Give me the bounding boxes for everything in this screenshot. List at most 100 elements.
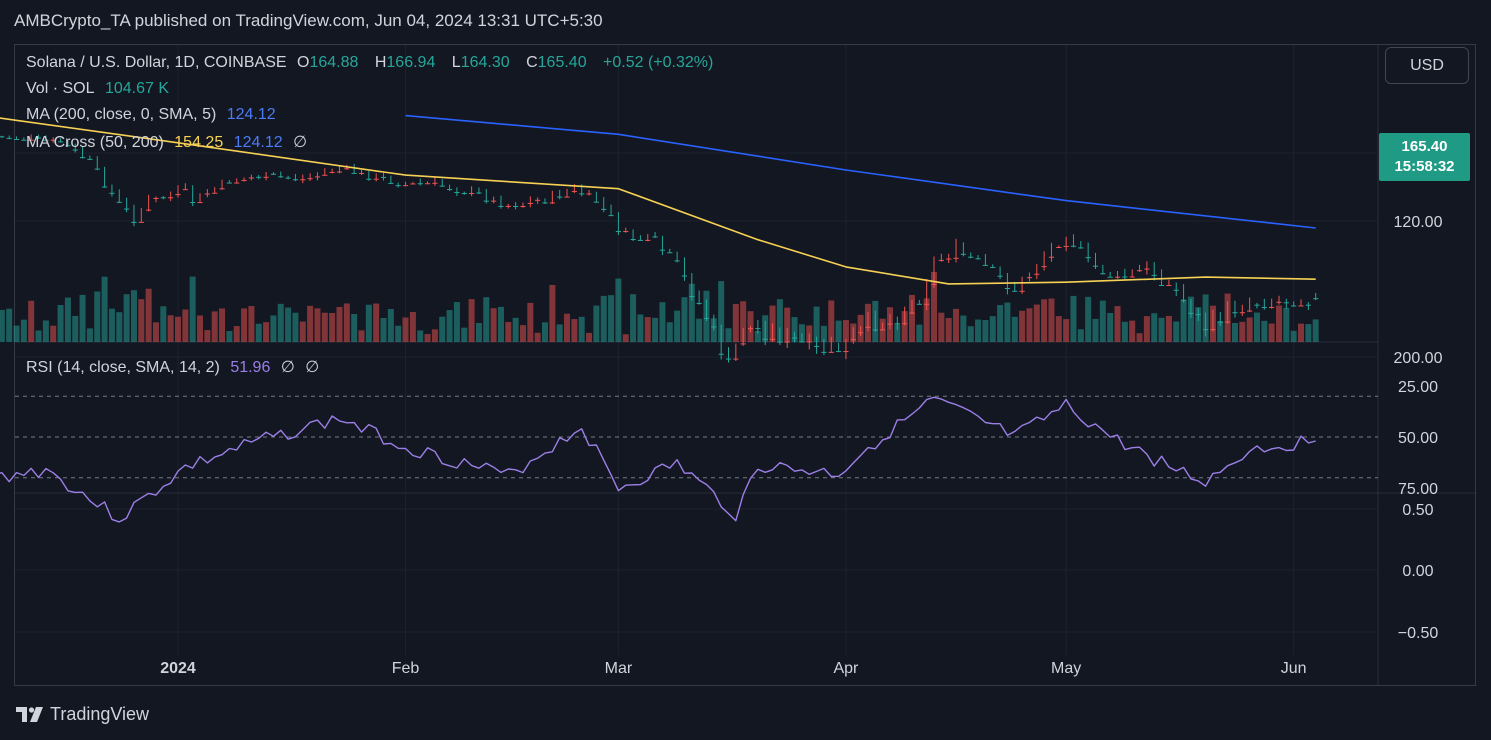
candle-body xyxy=(828,351,834,353)
candle-body xyxy=(982,264,988,266)
volume-bar xyxy=(475,323,482,342)
volume-bar xyxy=(79,294,86,342)
candle-body xyxy=(13,138,20,140)
candle-body xyxy=(975,258,981,260)
candle-body xyxy=(725,358,732,360)
volume-bar xyxy=(395,325,402,342)
candle-body xyxy=(358,172,365,174)
candle-body xyxy=(1041,266,1047,268)
candle-body xyxy=(938,259,944,261)
high-value: 166.94 xyxy=(386,54,436,71)
candle-body xyxy=(1276,301,1282,303)
open-label: O xyxy=(297,54,310,71)
symbol-label[interactable]: Solana / U.S. Dollar, 1D, COINBASE xyxy=(26,54,287,71)
volume-bar xyxy=(1261,320,1268,342)
osc-tick-label: 0.00 xyxy=(1402,563,1433,580)
volume-bar xyxy=(255,323,262,342)
volume-bar xyxy=(35,330,42,342)
candle-body xyxy=(102,186,108,188)
candle-body xyxy=(256,176,262,178)
candle-body xyxy=(1217,321,1223,323)
volume-bar xyxy=(453,302,460,342)
candle-body xyxy=(718,353,724,355)
legend-volume-row[interactable]: Vol · SOL 104.67 K xyxy=(26,80,175,98)
candle-body xyxy=(549,202,555,204)
volume-label: Vol · SOL xyxy=(26,80,95,97)
volume-bar xyxy=(916,324,923,342)
volume-bar xyxy=(64,297,71,342)
candle-body xyxy=(843,351,849,353)
candle-body xyxy=(1100,273,1106,275)
volume-bar xyxy=(1276,305,1282,342)
candle-body xyxy=(1151,274,1157,276)
volume-bar xyxy=(145,288,152,342)
candle-body xyxy=(168,197,174,199)
candle-body xyxy=(432,182,438,184)
volume-bar xyxy=(42,320,49,342)
candle-body xyxy=(146,209,152,211)
candle-body xyxy=(960,253,966,255)
volume-bar xyxy=(387,308,394,342)
candle-body xyxy=(784,341,790,343)
volume-bar xyxy=(652,317,659,342)
candle-body xyxy=(931,283,937,285)
candle-body xyxy=(1034,273,1040,275)
volume-bar xyxy=(615,278,622,342)
tradingview-logo[interactable]: TradingView xyxy=(16,704,149,725)
candle-body xyxy=(1247,310,1253,312)
volume-bar xyxy=(512,317,519,342)
volume-bar xyxy=(321,312,328,342)
volume-bar xyxy=(1033,304,1040,342)
candle-body xyxy=(1078,247,1084,249)
volume-bar xyxy=(938,312,945,342)
volume-bar xyxy=(953,308,960,342)
legend-ma-row[interactable]: MA (200, close, 0, SMA, 5) 124.12 xyxy=(26,106,282,124)
volume-bar xyxy=(1048,298,1055,342)
volume-bar xyxy=(424,334,431,342)
candle-body xyxy=(645,239,651,241)
time-label: Feb xyxy=(392,660,420,677)
candle-body xyxy=(439,185,445,187)
candle-body xyxy=(446,188,453,190)
candle-body xyxy=(124,208,130,210)
candle-body xyxy=(219,188,225,190)
volume-bar xyxy=(28,300,35,342)
legend-rsi-row[interactable]: RSI (14, close, SMA, 14, 2) 51.96 ∅ ∅ xyxy=(26,357,325,377)
candle-body xyxy=(586,193,592,195)
volume-bar xyxy=(497,306,504,342)
candle-body xyxy=(733,358,739,360)
volume-bar xyxy=(659,302,666,342)
candle-body xyxy=(270,173,277,175)
candle-body xyxy=(6,137,12,139)
candle-body xyxy=(0,136,5,138)
legend-ma-cross-row[interactable]: MA Cross (50, 200) 154.25 124.12 ∅ xyxy=(26,132,313,152)
legend-symbol-row: Solana / U.S. Dollar, 1D, COINBASE O164.… xyxy=(26,54,719,72)
volume-bar xyxy=(1004,302,1011,342)
volume-bar xyxy=(586,332,593,342)
volume-bar xyxy=(6,308,13,342)
candle-body xyxy=(1232,312,1238,314)
candle-body xyxy=(1180,299,1187,301)
candle-body xyxy=(1298,305,1304,307)
volume-bar xyxy=(226,330,233,342)
volume-bar xyxy=(1055,316,1062,342)
candle-body xyxy=(1195,314,1201,316)
candle-body xyxy=(1012,290,1018,292)
volume-bar xyxy=(835,320,842,342)
candle-body xyxy=(1283,302,1289,304)
currency-button[interactable]: USD xyxy=(1385,47,1469,84)
high-label: H xyxy=(374,54,387,71)
volume-bar xyxy=(380,318,387,342)
candle-body xyxy=(865,326,871,328)
volume-bar xyxy=(1136,333,1143,342)
volume-bar xyxy=(446,310,453,342)
volume-bar xyxy=(666,322,673,342)
candle-body xyxy=(1305,304,1311,306)
osc-tick-label: −0.50 xyxy=(1398,625,1439,642)
candle-body xyxy=(278,176,284,178)
ma-cross-label: MA Cross (50, 200) xyxy=(26,134,164,151)
volume-bar xyxy=(1290,330,1297,342)
candle-body xyxy=(1107,276,1113,278)
volume-bar xyxy=(1063,319,1070,342)
candle-body xyxy=(858,332,864,334)
